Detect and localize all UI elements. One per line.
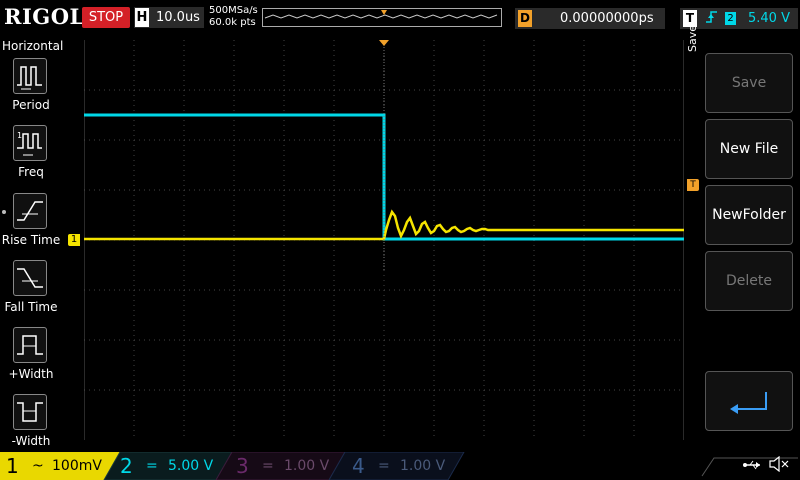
- period-icon: [17, 66, 42, 90]
- frequency-icon: 1: [17, 131, 42, 156]
- rising-edge-icon: [705, 8, 719, 33]
- trigger-level-marker[interactable]: T: [687, 179, 699, 191]
- timebase-value: 10.0us: [156, 10, 200, 25]
- save-button[interactable]: Save: [705, 53, 793, 113]
- delay-value: 0.00000000ps: [560, 11, 654, 26]
- trigger-position-icon[interactable]: [379, 40, 389, 46]
- selection-dot: [2, 210, 6, 214]
- delete-button[interactable]: Delete: [705, 251, 793, 311]
- svg-text:1: 1: [17, 131, 22, 140]
- negative-width-icon: [17, 402, 43, 422]
- memory-depth: 60.0k pts: [209, 17, 256, 28]
- save-menu-title: Save: [686, 24, 699, 52]
- channel-1-coupling: ~: [32, 458, 44, 474]
- channel-1-scale: 100mV: [52, 458, 102, 474]
- fall-time-button[interactable]: [13, 260, 47, 296]
- frequency-button[interactable]: 1: [13, 125, 47, 161]
- positive-width-button[interactable]: [13, 327, 47, 363]
- channel-4-number[interactable]: 4: [352, 452, 365, 480]
- negative-width-label: -Width: [11, 434, 51, 448]
- channel-4-coupling: =: [378, 458, 390, 474]
- menu-title: Horizontal: [2, 39, 64, 53]
- trigger-level: 5.40 V: [748, 11, 790, 26]
- positive-width-icon: [17, 335, 43, 355]
- enter-arrow-icon: [730, 392, 767, 414]
- channel-3-scale: 1.00 V: [284, 458, 330, 474]
- horizontal-badge: H: [135, 8, 149, 27]
- sample-rate: 500MSa/s: [209, 5, 258, 16]
- new-folder-button[interactable]: NewFolder: [705, 185, 793, 245]
- rise-time-button[interactable]: [13, 193, 47, 229]
- fall-time-label: Fall Time: [4, 300, 58, 314]
- speaker-muted-icon[interactable]: [768, 455, 790, 476]
- channel-2-scale: 5.00 V: [168, 458, 214, 474]
- trigger-source: 2: [725, 12, 736, 25]
- fall-time-icon: [17, 268, 43, 288]
- rise-time-icon: [17, 201, 43, 221]
- period-label: Period: [12, 98, 50, 112]
- channel-2-coupling: =: [146, 458, 158, 474]
- channel-3-number[interactable]: 3: [236, 452, 249, 480]
- run-stop-indicator[interactable]: STOP: [82, 7, 130, 28]
- channel-4-scale: 1.00 V: [400, 458, 446, 474]
- channel-2-number[interactable]: 2: [120, 452, 133, 480]
- frequency-label: Freq: [18, 165, 44, 179]
- channel-3-coupling: =: [262, 458, 274, 474]
- negative-width-button[interactable]: [13, 394, 47, 430]
- new-file-button[interactable]: New File: [705, 119, 793, 179]
- channel-1-offset-marker[interactable]: 1: [68, 234, 80, 246]
- period-button[interactable]: [13, 58, 47, 94]
- enter-button[interactable]: [705, 371, 793, 431]
- memory-overview: [262, 8, 502, 27]
- usb-icon: [742, 458, 762, 476]
- memory-waveform-preview: [264, 10, 498, 19]
- rise-time-label: Rise Time: [1, 233, 61, 247]
- delay-badge: D: [518, 10, 532, 27]
- positive-width-label: +Width: [8, 367, 54, 381]
- waveform-display[interactable]: [84, 40, 684, 440]
- brand-logo: RIGOL: [4, 4, 85, 29]
- channel-1-number[interactable]: 1: [6, 452, 19, 480]
